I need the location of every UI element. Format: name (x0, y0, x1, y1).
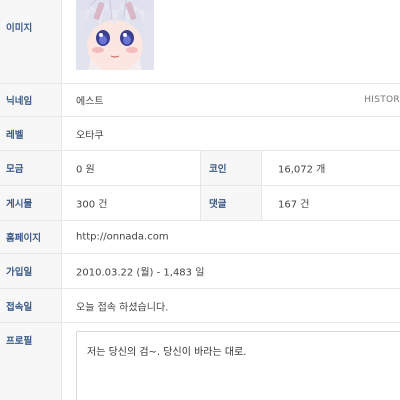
last-access-label: 접속일 (6, 301, 33, 313)
homepage-label: 홈페이지 (6, 233, 41, 244)
nickname-value: 에스트 (76, 96, 104, 108)
joined-value: 2010.03.22 (월) - 1,483 일 (76, 267, 205, 279)
comments-value: 167 건 (278, 199, 310, 211)
intro-label-cell: 프로필 (0, 323, 62, 400)
nickname-label-cell: 닉네임 (0, 84, 62, 116)
row-last-access: 접속일 오늘 접속 하셨습니다. (0, 289, 400, 323)
donation-label-cell: 모금 (0, 151, 62, 185)
joined-label-cell: 가입일 (0, 254, 62, 288)
donation-label: 모금 (6, 164, 24, 175)
intro-box: 저는 당신의 검~. 당신이 바라는 대로. (76, 331, 400, 400)
row-nickname: 닉네임 에스트 HISTOR (0, 84, 400, 117)
nickname-label: 닉네임 (6, 96, 33, 107)
row-level: 레벨 오타쿠 (0, 117, 400, 151)
row-intro: 프로필 저는 당신의 검~. 당신이 바라는 대로. (0, 323, 400, 400)
last-access-label-cell: 접속일 (0, 289, 62, 322)
avatar (76, 0, 154, 70)
image-label-cell: 이미지 (0, 0, 62, 83)
posts-label: 게시물 (6, 199, 33, 210)
level-label-cell: 레벨 (0, 117, 62, 150)
row-donation-coin: 모금 0 원 코인 16,072 개 (0, 151, 400, 186)
posts-label-cell: 게시물 (0, 186, 62, 220)
coin-label: 코인 (209, 164, 227, 175)
intro-text: 저는 당신의 검~. 당신이 바라는 대로. (87, 347, 247, 358)
level-value: 오타쿠 (76, 130, 104, 141)
row-posts-comments: 게시물 300 건 댓글 167 건 (0, 186, 400, 221)
row-homepage: 홈페이지 http://onnada.com (0, 221, 400, 254)
comments-label: 댓글 (209, 199, 227, 210)
posts-value: 300 건 (76, 199, 108, 211)
coin-value: 16,072 개 (278, 164, 326, 176)
joined-label: 가입일 (6, 267, 33, 278)
donation-value: 0 원 (76, 164, 95, 176)
last-access-value: 오늘 접속 하셨습니다. (76, 302, 169, 313)
history-link[interactable]: HISTOR (364, 95, 400, 105)
avatar-image (76, 0, 154, 70)
image-label: 이미지 (6, 23, 33, 34)
row-joined: 가입일 2010.03.22 (월) - 1,483 일 (0, 254, 400, 289)
level-label: 레벨 (6, 129, 24, 141)
homepage-label-cell: 홈페이지 (0, 221, 62, 253)
coin-label-cell: 코인 (200, 151, 262, 185)
homepage-link[interactable]: http://onnada.com (76, 232, 169, 243)
comments-label-cell: 댓글 (200, 186, 262, 220)
intro-label: 프로필 (6, 336, 33, 347)
row-image: 이미지 (0, 0, 400, 84)
